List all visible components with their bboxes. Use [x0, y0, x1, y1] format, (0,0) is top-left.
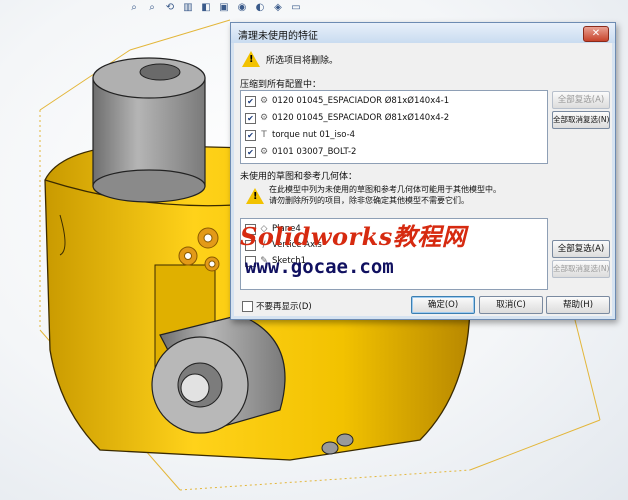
- hide-show-icon[interactable]: ◉: [236, 2, 248, 14]
- item-checkbox[interactable]: ✔: [245, 112, 256, 124]
- dont-show-again-label: 不要再显示(D): [256, 302, 312, 312]
- section-view-icon[interactable]: ▥: [182, 2, 194, 14]
- select-all-button-2[interactable]: 全部复选(A): [552, 240, 610, 258]
- toolbox-part-icon: T: [261, 130, 267, 140]
- zoom-fit-icon[interactable]: ⌕: [128, 2, 140, 14]
- help-button[interactable]: 帮助(H): [546, 296, 610, 314]
- list-item[interactable]: ✔ ⚙ 0120 01045_ESPACIADOR Ø81xØ140x4-1: [245, 94, 449, 108]
- dialog-title: 清理未使用的特征: [238, 31, 318, 42]
- watermark-gear-logo: [178, 227, 220, 272]
- scene-icon[interactable]: ◈: [272, 2, 284, 14]
- item-label: 0120 01045_ESPACIADOR Ø81xØ140x4-1: [272, 96, 450, 106]
- item-label: 0101 03007_BOLT-2: [272, 147, 357, 157]
- display-style-icon[interactable]: ▣: [218, 2, 230, 14]
- list-item[interactable]: ✔ ⚙ 0101 03007_BOLT-2: [245, 145, 356, 159]
- view-orientation-icon[interactable]: ◧: [200, 2, 212, 14]
- dialog-titlebar[interactable]: 清理未使用的特征 ✕: [231, 23, 615, 43]
- watermark-url: www.gocae.com: [245, 256, 394, 278]
- list-item[interactable]: ✔ ⚙ 0120 01045_ESPACIADOR Ø81xØ140x4-2: [245, 111, 449, 125]
- watermark-title: Solidworks教程网: [240, 222, 467, 251]
- close-button[interactable]: ✕: [583, 26, 609, 42]
- component-icon: ⚙: [259, 147, 269, 157]
- item-checkbox[interactable]: ✔: [245, 129, 256, 141]
- warning-icon: !: [242, 51, 260, 67]
- select-all-button-1[interactable]: 全部复选(A): [552, 91, 610, 109]
- component-icon: ⚙: [259, 113, 269, 123]
- appearance-icon[interactable]: ◐: [254, 2, 266, 14]
- section2-label: 未使用的草图和参考几何体：: [240, 172, 358, 182]
- list-item[interactable]: ✔ T torque nut 01_iso-4: [245, 128, 355, 142]
- display-settings-icon[interactable]: ▭: [290, 2, 302, 14]
- clear-all-button-1[interactable]: 全部取消复选(N): [552, 111, 610, 129]
- item-label: torque nut 01_iso-4: [272, 130, 356, 140]
- view-toolbar: ⌕ ⌕ ⟲ ▥ ◧ ▣ ◉ ◐ ◈ ▭: [128, 0, 302, 16]
- warning-icon: !: [246, 188, 264, 204]
- clear-all-button-2[interactable]: 全部取消复选(N): [552, 260, 610, 278]
- dont-show-again-checkbox[interactable]: [242, 300, 253, 312]
- section1-label: 压缩到所有配置中：: [240, 80, 322, 90]
- item-checkbox[interactable]: ✔: [245, 95, 256, 107]
- section2-warning-line2: 请勿删除所列的项目，除非您确定其他模型不需要它们。: [269, 196, 469, 205]
- warning-text: 所选项目将删除。: [266, 56, 339, 66]
- component-icon: ⚙: [259, 96, 269, 106]
- item-label: 0120 01045_ESPACIADOR Ø81xØ140x4-2: [272, 113, 450, 123]
- zoom-area-icon[interactable]: ⌕: [146, 2, 158, 14]
- section2-warning-line1: 在此模型中列为未使用的草图和参考几何体可能用于其他模型中。: [269, 185, 501, 194]
- cancel-button[interactable]: 取消(C): [479, 296, 543, 314]
- previous-view-icon[interactable]: ⟲: [164, 2, 176, 14]
- suppressed-items-list: ✔ ⚙ 0120 01045_ESPACIADOR Ø81xØ140x4-1 ✔…: [240, 90, 548, 164]
- item-checkbox[interactable]: ✔: [245, 146, 256, 158]
- dont-show-again-option[interactable]: 不要再显示(D): [242, 299, 312, 313]
- ok-button[interactable]: 确定(O): [411, 296, 475, 314]
